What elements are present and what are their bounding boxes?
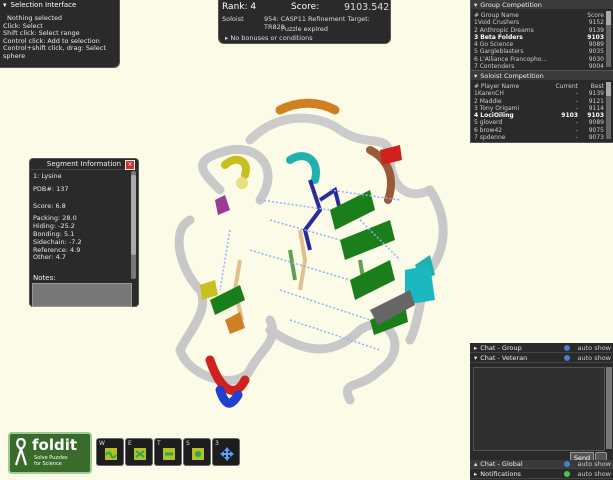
notes-label: Notes: bbox=[33, 274, 56, 282]
soloist-scrollbar[interactable] bbox=[606, 82, 611, 139]
table-row[interactable]: 6 brow42-9075 bbox=[474, 127, 604, 134]
tweak-button[interactable]: T bbox=[154, 438, 182, 466]
table-row[interactable]: 4 Go Science 9089 bbox=[474, 41, 604, 48]
tweak-icon bbox=[163, 448, 175, 460]
ligand-ball bbox=[236, 177, 248, 189]
chevron-right-icon: ▸ bbox=[474, 343, 478, 352]
soloist-competition-header[interactable]: ▾ Soloist Competition bbox=[471, 71, 613, 80]
rank-label: Rank: 4 bbox=[222, 2, 257, 12]
auto-show-toggle[interactable]: auto show bbox=[578, 470, 612, 478]
table-row[interactable]: 3 Beta Folders 9103 bbox=[474, 34, 604, 41]
foldit-logo[interactable]: foldit Solve Puzzles for Science bbox=[8, 432, 92, 474]
soloist-competition-panel: ▾ Soloist Competition # Player Name Curr… bbox=[470, 70, 613, 143]
info-icon[interactable] bbox=[564, 461, 570, 467]
backbone-coil bbox=[245, 113, 435, 199]
info-icon[interactable] bbox=[564, 344, 570, 351]
table-row[interactable]: 2 Anthropic Dreams 9139 bbox=[474, 27, 604, 34]
table-row[interactable]: 7 spdenne -9073 bbox=[474, 134, 604, 141]
table-row[interactable]: 1Void Crushers 9152 bbox=[474, 19, 604, 26]
backbone-coil bbox=[286, 152, 320, 184]
shake-icon bbox=[134, 448, 146, 460]
notes-input[interactable] bbox=[32, 283, 132, 307]
shake-button[interactable]: E bbox=[125, 438, 153, 466]
puzzle-status: Puzzle expired bbox=[281, 25, 328, 33]
ribbon-icon bbox=[14, 437, 28, 466]
segment-panel-header[interactable]: Segment Information × bbox=[30, 159, 138, 170]
auto-show-toggle[interactable]: auto show bbox=[578, 460, 612, 468]
chevron-down-icon: ▾ bbox=[474, 353, 478, 362]
sidechain-shake-button[interactable]: S bbox=[183, 438, 211, 466]
sidechain-shake-icon bbox=[192, 448, 204, 460]
info-icon[interactable] bbox=[564, 354, 570, 361]
mode-label: Soloist bbox=[222, 15, 244, 23]
score-panel: Rank: 4 Score: 9103.542 Soloist 954: CAS… bbox=[218, 0, 391, 44]
segment-score: Score: 6.8 bbox=[33, 201, 66, 210]
table-row[interactable]: 3 Tony Origami -9114 bbox=[474, 105, 604, 112]
segment-other: Other: 4.7 bbox=[33, 253, 66, 262]
chat-panel: ▸ Chat - Group auto show ▾ Chat - Vetera… bbox=[470, 343, 613, 480]
close-icon[interactable]: × bbox=[125, 160, 135, 170]
bonus-toggle[interactable]: ▸ No bonuses or conditions bbox=[225, 34, 313, 42]
auto-show-toggle[interactable]: auto show bbox=[578, 344, 612, 352]
chat-group-tab[interactable]: ▸ Chat - Group auto show bbox=[470, 343, 613, 353]
table-header: # Player Name Current Best bbox=[474, 83, 604, 90]
chat-veteran-tab[interactable]: ▾ Chat - Veteran auto show bbox=[470, 353, 613, 363]
group-competition-header[interactable]: ▾ Group Competition bbox=[471, 0, 613, 9]
notifications-tab[interactable]: ▸ Notifications auto show bbox=[470, 470, 613, 479]
table-row[interactable]: 1KarenCH -9139 bbox=[474, 90, 604, 97]
segment-details: 1: Lysine PDB#: 137 Score: 6.8 Packing: … bbox=[33, 172, 129, 284]
table-header: # Group Name Score bbox=[474, 12, 604, 19]
segment-scrollbar[interactable] bbox=[131, 171, 136, 279]
table-row[interactable]: 6 L'Alliance Francopho... 9030 bbox=[474, 56, 604, 63]
table-row[interactable]: 5 Gargleblasters 9035 bbox=[474, 48, 604, 55]
selection-interface-panel: ▾ Selection Interface Nothing selected C… bbox=[0, 0, 120, 68]
triangle-right-icon: ▸ bbox=[225, 34, 229, 42]
table-row[interactable]: 5 gloverd -9089 bbox=[474, 119, 604, 126]
group-competition-panel: ▾ Group Competition # Group Name Score 1… bbox=[470, 0, 613, 71]
chat-global-tab[interactable]: ▴ Chat - Global auto show bbox=[470, 460, 613, 469]
segment-information-panel: Segment Information × 1: Lysine PDB#: 13… bbox=[29, 158, 139, 307]
chevron-down-icon[interactable]: ▾ bbox=[3, 1, 7, 9]
status-icon[interactable] bbox=[564, 471, 570, 477]
chevron-down-icon[interactable]: ▾ bbox=[474, 72, 477, 80]
table-row[interactable]: 2 Maddie -9121 bbox=[474, 98, 604, 105]
score-value: 9103.542 bbox=[344, 2, 390, 13]
move-icon bbox=[220, 447, 234, 461]
chevron-right-icon: ▸ bbox=[474, 470, 478, 478]
backbone-coil bbox=[275, 98, 340, 115]
table-row[interactable]: 4 LociOiling 9103 9103 bbox=[474, 112, 604, 119]
wiggle-button[interactable]: W bbox=[96, 438, 124, 466]
segment-pdb: PDB#: 137 bbox=[33, 184, 69, 193]
logo-name: foldit bbox=[32, 436, 78, 454]
protein-viewport[interactable] bbox=[130, 90, 480, 420]
chat-log[interactable] bbox=[473, 367, 605, 451]
selection-help-line: sphere bbox=[3, 51, 26, 60]
group-scrollbar[interactable] bbox=[606, 11, 611, 67]
move-button[interactable]: 3 bbox=[212, 438, 240, 466]
backbone-coil bbox=[265, 320, 400, 405]
score-label: Score: bbox=[291, 2, 320, 12]
chevron-down-icon: ▴ bbox=[474, 460, 478, 468]
wiggle-icon bbox=[105, 448, 117, 460]
group-table: # Group Name Score 1Void Crushers 9152 2 … bbox=[474, 12, 604, 70]
soloist-table: # Player Name Current Best 1KarenCH -9139… bbox=[474, 83, 604, 141]
logo-tagline: Solve Puzzles for Science bbox=[34, 455, 68, 467]
chat-scrollbar[interactable] bbox=[606, 367, 612, 449]
chevron-down-icon[interactable]: ▾ bbox=[474, 1, 477, 9]
auto-show-toggle[interactable]: auto show bbox=[578, 354, 612, 362]
backbone-coil bbox=[221, 155, 250, 179]
segment-residue: 1: Lysine bbox=[33, 172, 62, 180]
selection-title[interactable]: ▾ Selection Interface bbox=[3, 1, 115, 9]
